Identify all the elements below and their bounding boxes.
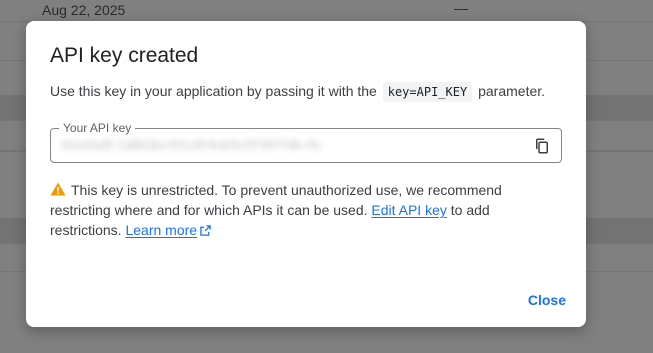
learn-more-label: Learn more	[125, 222, 198, 238]
learn-more-link[interactable]: Learn more	[125, 222, 197, 238]
row-dash: —	[454, 0, 468, 16]
api-key-value[interactable]: AIzaSyB-1aBtQkcXhLdIr4uk5nXFdHTdb-rfx	[61, 137, 321, 152]
intro-text: Use this key in your application by pass…	[50, 79, 545, 104]
dialog-title: API key created	[50, 44, 199, 67]
api-key-field[interactable]: Your API key AIzaSyB-1aBtQkcXhLdIr4uk5nX…	[50, 121, 562, 163]
table-row: Aug 22, 2025 —	[0, 0, 653, 22]
copy-icon-svg	[536, 138, 548, 154]
field-label: Your API key	[59, 121, 136, 135]
copy-icon[interactable]	[533, 137, 551, 155]
external-link-icon	[200, 221, 211, 236]
api-key-dialog: API key created Use this key in your app…	[26, 21, 586, 327]
warning-message: This key is unrestricted. To prevent una…	[50, 180, 550, 240]
edit-api-key-link[interactable]: Edit API key	[371, 202, 446, 218]
intro-before: Use this key in your application by pass…	[50, 83, 377, 99]
code-chip: key=API_KEY	[382, 82, 473, 102]
row-date: Aug 22, 2025	[42, 2, 126, 18]
warning-icon	[50, 181, 66, 196]
close-button[interactable]: Close	[528, 292, 566, 308]
intro-after: parameter.	[478, 83, 546, 99]
